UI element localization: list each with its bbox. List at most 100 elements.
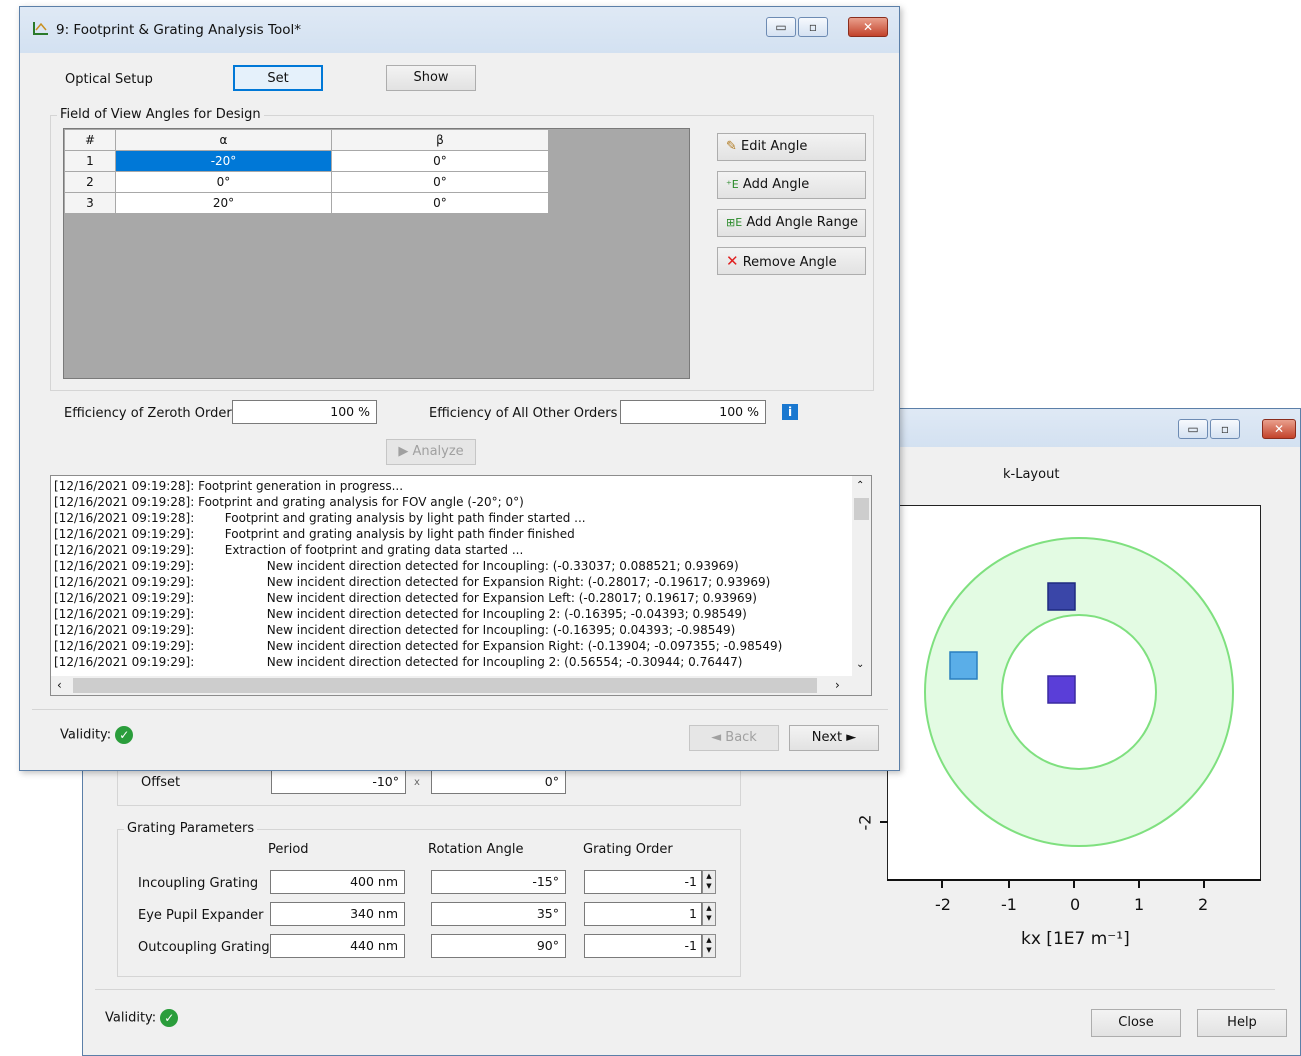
grating-name: Eye Pupil Expander: [138, 908, 264, 923]
square-purple: [1047, 675, 1076, 704]
plot-title: k-Layout: [1003, 467, 1060, 482]
log-line: [12/16/2021 09:19:29]: New incident dire…: [54, 623, 736, 637]
close-icon[interactable]: ✕: [848, 17, 888, 37]
minimize-icon[interactable]: ▭: [1178, 419, 1208, 439]
bottom-separator: [95, 989, 1275, 990]
next-button[interactable]: Next ►: [789, 725, 879, 751]
offset-x-field[interactable]: -10°: [271, 770, 406, 794]
analyze-label: Analyze: [412, 444, 464, 459]
order-field[interactable]: 1: [584, 902, 702, 926]
beta-cell[interactable]: 0°: [331, 192, 549, 214]
alpha-cell[interactable]: 20°: [115, 192, 332, 214]
fov-group-label: Field of View Angles for Design: [57, 107, 264, 122]
window-title: 9: Footprint & Grating Analysis Tool*: [56, 22, 301, 38]
order-field[interactable]: -1: [584, 934, 702, 958]
rotation-field[interactable]: -15°: [431, 870, 566, 894]
validity-label: Validity:: [60, 727, 112, 743]
y-tick: [880, 821, 888, 823]
beta-cell[interactable]: 0°: [331, 171, 549, 193]
scroll-up-icon[interactable]: ⌃: [856, 480, 864, 491]
period-field[interactable]: 400 nm: [270, 870, 405, 894]
scroll-left-icon[interactable]: ‹: [57, 678, 62, 692]
help-button[interactable]: Help: [1197, 1009, 1287, 1037]
square-light-blue: [949, 651, 978, 680]
col-rotation-angle: Rotation Angle: [428, 842, 524, 857]
order-field[interactable]: -1: [584, 870, 702, 894]
horizontal-scrollbar[interactable]: ‹ ›: [51, 676, 871, 695]
set-button[interactable]: Set: [233, 65, 323, 91]
log-line: [12/16/2021 09:19:29]: Extraction of foo…: [54, 543, 524, 557]
x-tick: [1203, 879, 1205, 888]
period-field[interactable]: 340 nm: [270, 902, 405, 926]
x-tick: [1138, 879, 1140, 888]
back-button[interactable]: ◄ Back: [689, 725, 779, 751]
edit-angle-button[interactable]: ✎ Edit Angle: [717, 133, 866, 161]
front-bottom-separator: [32, 709, 888, 710]
grating-name: Outcoupling Grating: [138, 940, 270, 955]
fov-angle-table[interactable]: # α β 1 -20° 0° 2 0° 0° 3 20° 0°: [63, 128, 690, 379]
log-line: [12/16/2021 09:19:29]: New incident dire…: [54, 559, 739, 573]
inner-ring: [1001, 614, 1157, 770]
alpha-cell[interactable]: 0°: [115, 171, 332, 193]
front-window: 9: Footprint & Grating Analysis Tool* ▭ …: [19, 6, 900, 771]
play-icon: ▶: [398, 444, 409, 459]
row-number: 3: [64, 192, 116, 214]
add-angle-button[interactable]: ⁺E Add Angle: [717, 171, 866, 199]
table-header[interactable]: #: [64, 129, 116, 151]
edit-angle-label: Edit Angle: [741, 139, 808, 154]
k-layout-svg: [924, 537, 1234, 847]
rotation-field[interactable]: 90°: [431, 934, 566, 958]
maximize-icon[interactable]: ▫: [1210, 419, 1240, 439]
offset-y-field[interactable]: 0°: [431, 770, 566, 794]
beta-cell[interactable]: 0°: [331, 150, 549, 172]
table-row[interactable]: 1 -20° 0°: [64, 150, 549, 172]
table-row[interactable]: 2 0° 0°: [64, 171, 549, 193]
table-header[interactable]: α: [115, 129, 332, 151]
eff-other-field[interactable]: 100 %: [620, 400, 766, 424]
hscroll-thumb[interactable]: [73, 678, 817, 693]
scroll-down-icon[interactable]: ⌄: [856, 659, 864, 670]
x-tick-label: 2: [1198, 895, 1209, 914]
add-angle-label: Add Angle: [742, 177, 810, 192]
add-angle-range-label: Add Angle Range: [746, 215, 858, 230]
eff-zeroth-field[interactable]: 100 %: [232, 400, 377, 424]
info-icon[interactable]: i: [782, 404, 798, 420]
order-spinner[interactable]: ▲ ▼: [702, 870, 716, 894]
log-line: [12/16/2021 09:19:28]: Footprint and gra…: [54, 511, 586, 525]
alpha-cell[interactable]: -20°: [115, 150, 332, 172]
close-button[interactable]: Close: [1091, 1009, 1181, 1037]
x-tick-label: -2: [935, 895, 951, 914]
order-spinner[interactable]: ▲ ▼: [702, 934, 716, 958]
log-line: [12/16/2021 09:19:29]: New incident dire…: [54, 591, 757, 605]
remove-x-icon: ✕: [726, 252, 739, 270]
minimize-icon[interactable]: ▭: [766, 17, 796, 37]
table-row[interactable]: 3 20° 0°: [64, 192, 549, 214]
log-output[interactable]: [12/16/2021 09:19:28]: Footprint generat…: [50, 475, 872, 696]
check-icon: ✓: [160, 1009, 179, 1027]
vertical-scrollbar[interactable]: ⌃ ⌄: [852, 476, 871, 677]
analyze-button[interactable]: ▶ Analyze: [386, 439, 476, 465]
add-angle-range-button[interactable]: ⊞E Add Angle Range: [717, 209, 866, 237]
col-period: Period: [268, 842, 309, 857]
eff-zeroth-label: Efficiency of Zeroth Order: [64, 406, 232, 421]
show-button[interactable]: Show: [386, 65, 476, 91]
x-tick-label: 1: [1134, 895, 1145, 914]
remove-angle-button[interactable]: ✕ Remove Angle: [717, 247, 866, 275]
x-tick: [1008, 879, 1010, 888]
close-icon[interactable]: ✕: [1262, 419, 1296, 439]
x-tick-label: -1: [1001, 895, 1017, 914]
offset-label: Offset: [141, 775, 181, 790]
add-range-icon: ⊞E: [726, 216, 743, 229]
log-line: [12/16/2021 09:19:29]: New incident dire…: [54, 639, 783, 653]
x-axis-label: kx [1E7 m⁻¹]: [1021, 929, 1130, 949]
maximize-icon[interactable]: ▫: [798, 17, 828, 37]
scroll-thumb[interactable]: [854, 498, 869, 520]
k-layout-plot[interactable]: [887, 505, 1261, 881]
order-spinner[interactable]: ▲ ▼: [702, 902, 716, 926]
period-field[interactable]: 440 nm: [270, 934, 405, 958]
scroll-right-icon[interactable]: ›: [835, 678, 840, 692]
x-tick: [941, 879, 943, 888]
log-line: [12/16/2021 09:19:29]: New incident dire…: [54, 607, 747, 621]
table-header[interactable]: β: [331, 129, 549, 151]
rotation-field[interactable]: 35°: [431, 902, 566, 926]
